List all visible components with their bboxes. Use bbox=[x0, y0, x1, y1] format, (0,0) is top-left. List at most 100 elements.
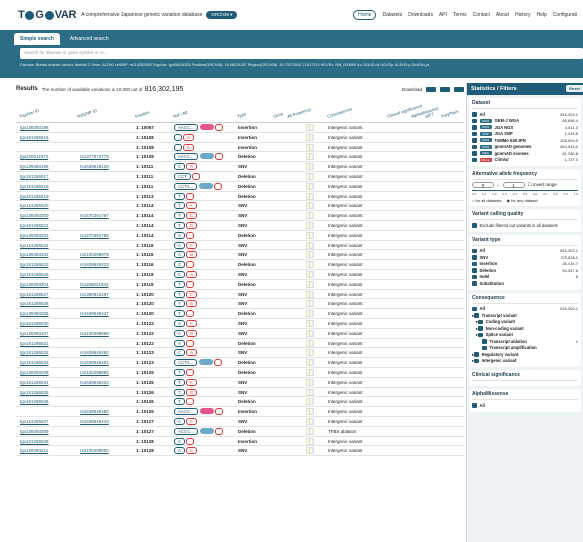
togovar-id-link[interactable]: tgv181286532 bbox=[20, 350, 49, 355]
checkbox-icon[interactable] bbox=[472, 138, 477, 143]
table-row[interactable]: tgv181286533 rs1639546401 1: 10123 CCTA... D… bbox=[16, 358, 464, 368]
nav-link-about[interactable]: About bbox=[496, 12, 509, 18]
nav-link-home[interactable]: Home bbox=[353, 10, 377, 20]
nav-link-downloads[interactable]: Downloads bbox=[408, 12, 433, 18]
togovar-id-link[interactable]: tgv139393208 bbox=[20, 370, 49, 375]
nav-link-datasets[interactable]: Datasets bbox=[382, 12, 402, 18]
search-input[interactable]: Search for disease or gene symbol or rs.… bbox=[20, 48, 583, 59]
frequency-indicator[interactable] bbox=[306, 339, 314, 347]
table-row[interactable]: tgv139393205 rs1639546247 1: 10120 T Deletio… bbox=[16, 309, 464, 319]
frequency-indicator[interactable] bbox=[306, 388, 314, 396]
togovar-id-link[interactable]: tgv139393204 bbox=[20, 282, 49, 287]
column-header[interactable]: PolyPhen bbox=[440, 109, 459, 119]
togovar-id-link[interactable]: tgv181286520 bbox=[20, 203, 49, 208]
frequency-indicator[interactable] bbox=[306, 417, 314, 425]
togovar-id-link[interactable]: tgv139393200 bbox=[20, 213, 49, 218]
frequency-indicator[interactable] bbox=[306, 182, 314, 190]
search-examples[interactable]: Disease: Breast-ovarian cancer, familial… bbox=[20, 63, 429, 67]
togovar-id-link[interactable]: tgv220011872 bbox=[20, 154, 48, 159]
togovar-id-link[interactable]: tgv181286521 bbox=[20, 223, 49, 228]
checkbox-icon[interactable] bbox=[474, 352, 479, 357]
nav-link-contact[interactable]: Contact bbox=[473, 12, 490, 18]
column-header[interactable]: Alt frequency bbox=[286, 107, 311, 119]
freq-min-input[interactable]: 0 bbox=[472, 182, 494, 188]
table-row[interactable]: tgv181286520 1: 10114 T A SNV Intergenic vari… bbox=[16, 201, 464, 212]
refsnp-id-link[interactable]: rs1639546233 bbox=[80, 262, 109, 267]
checkbox-icon[interactable] bbox=[472, 144, 477, 149]
refsnp-id-link[interactable]: rs2100299000 bbox=[80, 448, 109, 453]
column-header[interactable]: TogoVar ID bbox=[18, 108, 39, 119]
frequency-indicator[interactable] bbox=[306, 143, 314, 151]
refsnp-id-link[interactable]: rs2100298988 bbox=[80, 331, 109, 336]
table-row[interactable]: tgv181286527 rs1390810297 1: 10120 T C SNV Int… bbox=[16, 290, 464, 300]
nav-link-api[interactable]: API bbox=[439, 12, 447, 18]
nav-link-terms[interactable]: Terms bbox=[453, 12, 467, 18]
reset-button[interactable]: Reset bbox=[566, 85, 583, 92]
checkbox-icon[interactable] bbox=[472, 306, 477, 311]
checkbox-icon[interactable] bbox=[472, 223, 477, 228]
frequency-indicator[interactable] bbox=[306, 378, 314, 386]
table-row[interactable]: tgv181286535 1: 10126 T G SNV Intergenic vari… bbox=[16, 388, 464, 398]
refsnp-id-link[interactable]: rs1639546129 bbox=[80, 164, 109, 169]
table-row[interactable]: tgv181286521 1: 10114 T G SNV Intergenic vari… bbox=[16, 221, 464, 231]
download-csv-button[interactable] bbox=[440, 86, 450, 92]
togovar-id-link[interactable]: tgv181286537 bbox=[20, 419, 49, 424]
table-row[interactable]: tgv181286518 1: 10111 CCTA... Deletion Inter… bbox=[16, 182, 464, 192]
refsnp-id-link[interactable]: rs1639546460 bbox=[80, 409, 109, 414]
alphamissense-all[interactable]: All bbox=[472, 402, 578, 409]
checkbox-icon[interactable] bbox=[472, 255, 477, 260]
frequency-indicator[interactable] bbox=[306, 231, 314, 239]
table-row[interactable]: tgv181286526 1: 10119 C A SNV Intergenic vari… bbox=[16, 270, 464, 280]
table-row[interactable]: tgv181286538 1: 10128 C Insertion Intergenic… bbox=[16, 437, 464, 447]
nav-link-history[interactable]: History bbox=[515, 12, 531, 18]
table-row[interactable]: tgv139393202 rs2100298979 1: 10116 A G SNV Int… bbox=[16, 250, 464, 261]
frequency-indicator[interactable] bbox=[306, 172, 314, 180]
togovar-id-link[interactable]: tgv181286533 bbox=[20, 360, 49, 365]
table-row[interactable]: tgv181286517 1: 10111 CCT Deletion Intergeni… bbox=[16, 172, 464, 182]
togovar-id-link[interactable]: tgv181286526 bbox=[20, 272, 49, 277]
table-row[interactable]: tgv181286523 rs1639546233 1: 10116 C Deletio… bbox=[16, 260, 464, 270]
togovar-id-link[interactable]: tgv181286536 bbox=[20, 399, 49, 404]
frequency-indicator[interactable] bbox=[306, 212, 314, 220]
frequency-indicator[interactable] bbox=[306, 202, 314, 210]
assembly-select[interactable]: GRCh38 ▾ bbox=[206, 11, 238, 19]
togovar-id-link[interactable]: tgv181286534 bbox=[20, 380, 49, 385]
checkbox-icon[interactable] bbox=[472, 131, 477, 136]
table-row[interactable]: tgv139393204 rs1156821933 1: 10119 T Deletio… bbox=[16, 280, 464, 290]
exclude-filtered-checkbox[interactable]: Exclude filtered out variants in all dat… bbox=[472, 222, 578, 229]
refsnp-id-link[interactable]: rs2100298995 bbox=[80, 370, 109, 375]
frequency-indicator[interactable] bbox=[306, 398, 314, 406]
column-header[interactable]: SIFT bbox=[424, 111, 434, 119]
table-row[interactable]: tgv181286519 1: 10113 T Deletion Intergenic … bbox=[16, 192, 464, 202]
togovar-id-link[interactable]: tgv181286527 bbox=[20, 292, 49, 297]
checkbox-icon[interactable] bbox=[472, 281, 477, 286]
checkbox-icon[interactable] bbox=[472, 248, 477, 253]
frequency-indicator[interactable] bbox=[306, 319, 314, 327]
frequency-indicator[interactable] bbox=[306, 310, 314, 318]
table-row[interactable]: tgv139393209 1: 10127 ACCC... Deletion TFBS … bbox=[16, 427, 464, 437]
table-row[interactable]: tgv181286536 1: 10126 T Deletion Intergenic … bbox=[16, 397, 464, 408]
column-header[interactable]: Consequence bbox=[326, 106, 352, 119]
refsnp-id-link[interactable]: rs1156821933 bbox=[80, 282, 108, 287]
table-row[interactable]: tgv181286522 1: 10116 A C SNV Intergenic vari… bbox=[16, 241, 464, 251]
checkbox-icon[interactable] bbox=[478, 319, 483, 324]
checkbox-icon[interactable] bbox=[478, 326, 483, 331]
freq-max-input[interactable]: 1 bbox=[502, 182, 525, 188]
frequency-indicator[interactable] bbox=[306, 408, 314, 416]
table-row[interactable]: tgv181286515 1: 10108 A Insertion Intergenic… bbox=[16, 133, 464, 143]
frequency-indicator[interactable] bbox=[306, 447, 314, 455]
frequency-indicator[interactable] bbox=[306, 349, 314, 357]
nav-link-help[interactable]: Help bbox=[537, 12, 547, 18]
frequency-indicator[interactable] bbox=[306, 163, 314, 171]
checkbox-icon[interactable] bbox=[482, 345, 487, 350]
table-row[interactable]: tgv181286537 rs1639546443 1: 10127 A C SNV Int… bbox=[16, 417, 464, 427]
togovar-id-link[interactable]: tgv139393198 bbox=[20, 125, 49, 130]
togovar-id-link[interactable]: tgv181286522 bbox=[20, 243, 49, 248]
refsnp-id-link[interactable]: rs1570391788 bbox=[80, 233, 109, 238]
togovar-id-link[interactable]: tgv181286531 bbox=[20, 341, 49, 346]
togovar-id-link[interactable]: tgv181286517 bbox=[20, 174, 49, 179]
togovar-id-link[interactable]: tgv181286523 bbox=[20, 262, 49, 267]
togovar-logo[interactable]: T G VAR bbox=[18, 9, 76, 21]
column-header[interactable]: Position bbox=[134, 110, 150, 119]
column-header[interactable]: RefSNP ID bbox=[76, 108, 97, 119]
